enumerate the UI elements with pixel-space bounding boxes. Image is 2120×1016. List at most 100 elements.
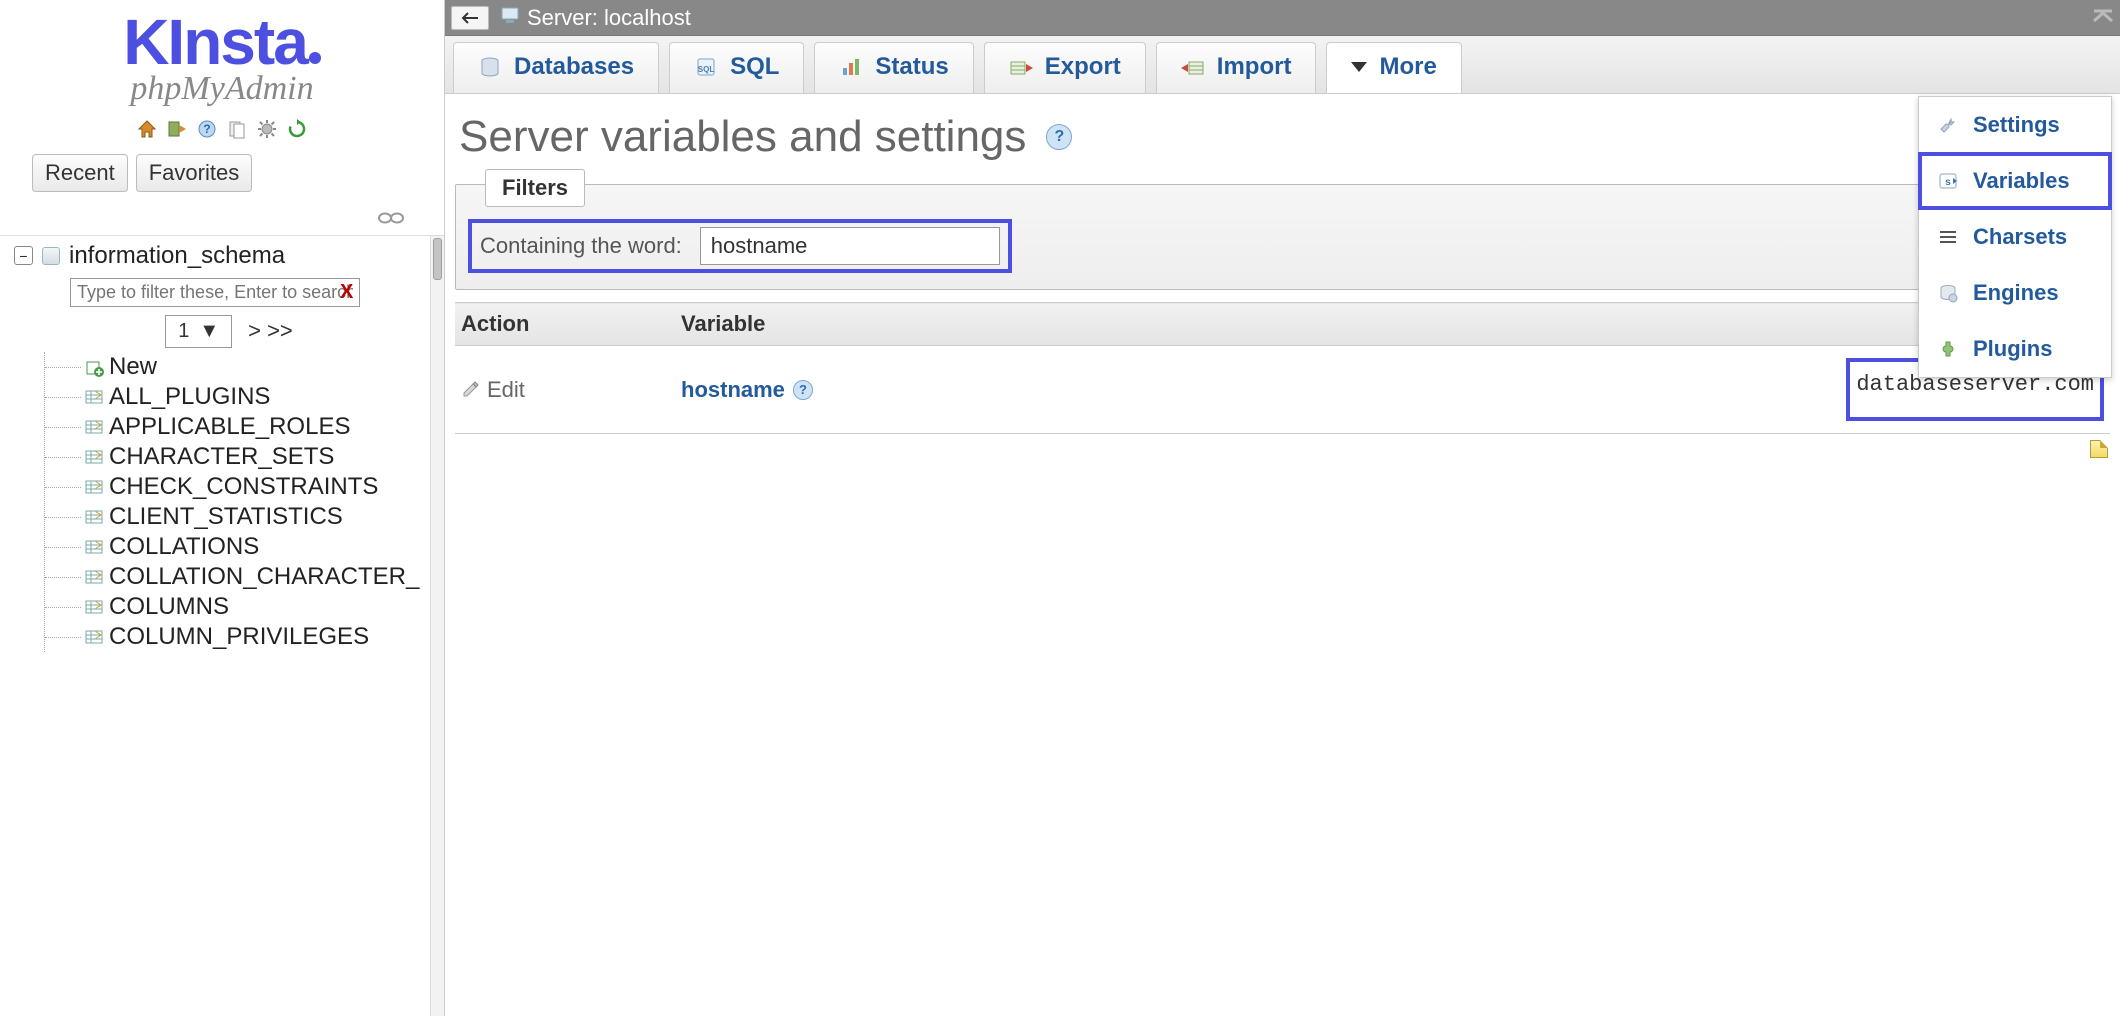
variable-name-text: hostname [681,377,785,403]
table-icon [85,478,103,496]
tree-table-item[interactable]: ALL_PLUGINS [45,382,444,412]
table-icon [85,568,103,586]
tree-table-label: CHARACTER_SETS [109,443,334,471]
page-next-button[interactable]: > >> [248,318,293,344]
main-tabbar: Databases SQL SQL Status Export Import M… [445,36,2120,94]
tab-status[interactable]: Status [814,42,973,93]
more-settings-label: Settings [1973,112,2060,138]
filters-fieldset: Filters Containing the word: [455,184,2110,290]
breadcrumb-server-value: localhost [604,5,691,30]
brand-logo: KInsta [12,14,432,72]
wrench-icon [1937,114,1959,136]
main: Server: localhost Databases SQL SQL Stat… [445,0,2120,1016]
bookmark-corner [455,434,2110,467]
database-icon [41,246,61,266]
col-action: Action [455,303,675,346]
tree-table-item[interactable]: CLIENT_STATISTICS [45,502,444,532]
engines-icon [1937,282,1959,304]
more-variables[interactable]: s Variables [1919,153,2111,209]
breadcrumb-server[interactable]: Server: localhost [527,5,691,31]
reload-icon[interactable] [286,118,308,140]
tree-scrollbar[interactable] [430,236,444,1016]
clear-filter-icon[interactable]: X [340,281,353,304]
tree-pager: 1 ▼ > >> [14,315,444,348]
col-variable: Variable [675,303,1174,346]
svg-text:SQL: SQL [698,65,715,74]
status-icon [839,55,863,79]
tab-more[interactable]: More [1326,42,1461,93]
tree-table-label: CHECK_CONSTRAINTS [109,473,378,501]
tree-table-label: COLLATIONS [109,533,259,561]
filter-input[interactable] [700,227,1000,265]
collapse-panel-icon[interactable] [2092,5,2114,31]
home-icon[interactable] [136,118,158,140]
tree-db-row[interactable]: − information_schema [14,240,444,272]
page-select[interactable]: 1 ▼ [165,315,232,348]
more-charsets[interactable]: Charsets [1919,209,2111,265]
table-icon [85,538,103,556]
back-button[interactable] [451,6,489,30]
tab-status-label: Status [875,53,948,81]
svg-text:s: s [1945,177,1951,188]
filter-row: Containing the word: [468,219,1012,273]
charsets-icon [1937,226,1959,248]
tree-table-item[interactable]: CHARACTER_SETS [45,442,444,472]
table-icon [85,448,103,466]
more-settings[interactable]: Settings [1919,97,2111,153]
tab-export[interactable]: Export [984,42,1146,93]
more-menu: Settings s Variables Charsets Engines Pl… [1918,96,2112,378]
tree-table-item[interactable]: COLUMN_PRIVILEGES [45,622,444,652]
filters-legend: Filters [485,169,585,207]
plugins-icon [1937,338,1959,360]
sidebar-chain-row [0,206,444,235]
tab-databases[interactable]: Databases [453,42,659,93]
variable-name[interactable]: hostname ? [681,377,813,403]
import-icon [1181,55,1205,79]
db-tree: − information_schema X 1 ▼ > >> [0,235,444,1016]
topbar: Server: localhost [445,0,2120,36]
more-variables-label: Variables [1973,168,2070,194]
more-charsets-label: Charsets [1973,224,2067,250]
tab-favorites[interactable]: Favorites [136,154,252,192]
help-icon[interactable]: ? [196,118,218,140]
table-icon [85,388,103,406]
variables-icon: s [1937,170,1959,192]
breadcrumb-server-label: Server: [527,5,598,30]
tab-recent[interactable]: Recent [32,154,128,192]
docs-icon[interactable] [226,118,248,140]
tree-table-item[interactable]: COLLATION_CHARACTER_ [45,562,444,592]
tab-sql[interactable]: SQL SQL [669,42,804,93]
edit-button[interactable]: Edit [461,377,669,403]
more-engines[interactable]: Engines [1919,265,2111,321]
tab-import[interactable]: Import [1156,42,1317,93]
help-icon[interactable]: ? [793,380,813,400]
sidebar-tabs: Recent Favorites [32,154,432,192]
scrollbar-thumb[interactable] [433,238,442,280]
tree-filter: X [70,278,444,307]
tree-table-label: ALL_PLUGINS [109,383,270,411]
tab-export-label: Export [1045,53,1121,81]
gear-icon[interactable] [256,118,278,140]
tree-table-item[interactable]: CHECK_CONSTRAINTS [45,472,444,502]
sql-icon: SQL [694,55,718,79]
help-icon[interactable]: ? [1046,124,1072,150]
collapse-toggle-icon[interactable]: − [14,246,33,265]
tab-databases-label: Databases [514,53,634,81]
tree-table-item[interactable]: APPLICABLE_ROLES [45,412,444,442]
server-icon [499,5,521,31]
logout-icon[interactable] [166,118,188,140]
more-plugins[interactable]: Plugins [1919,321,2111,377]
sidebar-icon-row: ? [12,118,432,140]
filters-box: Containing the word: [455,184,2110,290]
tree-children: New ALL_PLUGINS APPLICABLE_ROLES CHARACT… [44,352,444,652]
tree-filter-input[interactable] [70,278,360,307]
link-icon[interactable] [378,208,404,230]
sidebar: KInsta phpMyAdmin ? [0,0,445,1016]
table-row: Edit hostname ? databaseserver.com [455,346,2110,434]
page-title-text: Server variables and settings [459,112,1026,162]
more-plugins-label: Plugins [1973,336,2052,362]
tree-table-item[interactable]: COLLATIONS [45,532,444,562]
tree-new[interactable]: New [45,352,444,382]
tree-table-item[interactable]: COLUMNS [45,592,444,622]
bookmark-icon[interactable] [2090,440,2108,458]
